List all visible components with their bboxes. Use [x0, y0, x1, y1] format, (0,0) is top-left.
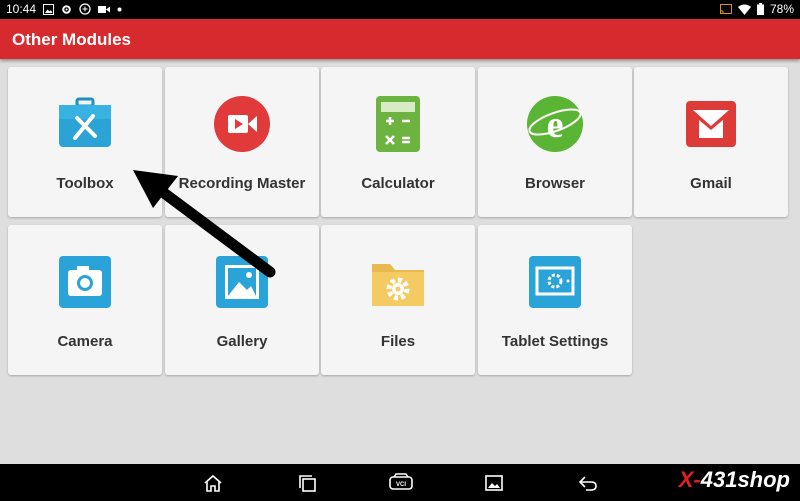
module-label: Recording Master: [178, 175, 306, 192]
svg-text:VCI: VCI: [396, 482, 406, 488]
module-label: Tablet Settings: [501, 333, 609, 350]
module-tablet-settings[interactable]: Tablet Settings: [478, 225, 632, 375]
module-recording-master[interactable]: Recording Master: [165, 67, 319, 217]
module-browser[interactable]: e Browser: [478, 67, 632, 217]
home-icon[interactable]: [202, 472, 224, 494]
tablet-settings-icon: [529, 256, 581, 308]
wifi-icon: [737, 4, 751, 15]
module-label: Files: [380, 333, 416, 350]
module-camera[interactable]: Camera: [8, 225, 162, 375]
browser-icon: e: [527, 96, 583, 152]
video-record-icon: [214, 96, 270, 152]
status-bar: 10:44 78%: [0, 0, 800, 19]
module-gmail[interactable]: Gmail: [634, 67, 788, 217]
module-label: Camera: [57, 333, 113, 350]
watermark-prefix: X-: [678, 467, 701, 492]
camera-icon: [59, 256, 111, 308]
more-notifications-icon: [117, 7, 122, 11]
module-calculator[interactable]: Calculator: [321, 67, 475, 217]
module-label: Toolbox: [56, 175, 114, 192]
module-files[interactable]: Files: [321, 225, 475, 375]
watermark-logo: X-431shop: [679, 467, 790, 493]
watermark-text: 431shop: [700, 467, 790, 492]
sync-notification-icon: [79, 3, 91, 15]
module-label: Calculator: [361, 175, 435, 192]
app-header: Other Modules: [0, 19, 800, 59]
module-label: Browser: [524, 175, 586, 192]
gmail-icon: [686, 101, 736, 147]
module-gallery[interactable]: Gallery: [165, 225, 319, 375]
page-title: Other Modules: [12, 30, 132, 49]
battery-level: 78%: [769, 2, 794, 16]
image-notification-icon: [43, 3, 55, 15]
battery-icon: [756, 3, 764, 15]
module-label: Gallery: [216, 333, 268, 350]
video-notification-icon: [98, 5, 111, 13]
gallery-icon: [216, 256, 268, 308]
folder-settings-icon: [372, 264, 424, 306]
back-icon[interactable]: [577, 472, 599, 494]
settings-notification-icon: [62, 4, 71, 14]
screenshot-icon[interactable]: [483, 472, 505, 494]
calculator-icon: [376, 96, 420, 152]
module-toolbox[interactable]: Toolbox: [8, 67, 162, 217]
status-time: 10:44: [6, 2, 37, 16]
vci-icon[interactable]: VCI: [388, 472, 414, 494]
recent-apps-icon[interactable]: [296, 472, 318, 494]
toolbox-icon: [59, 97, 111, 147]
cast-icon: [719, 4, 732, 14]
module-label: Gmail: [690, 175, 732, 192]
